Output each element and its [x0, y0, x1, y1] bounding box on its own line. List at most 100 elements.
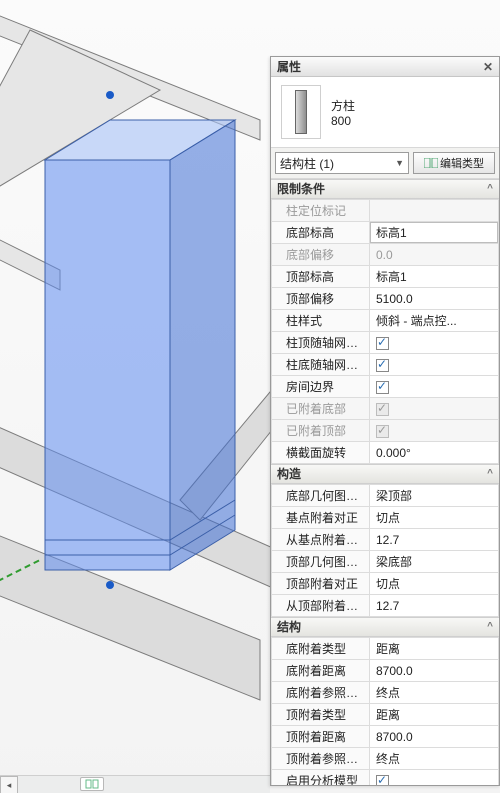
property-value[interactable]: 12.7 — [370, 529, 499, 551]
property-value[interactable] — [370, 354, 499, 376]
close-icon[interactable]: ✕ — [483, 57, 493, 77]
property-row[interactable]: 启用分析模型 — [272, 770, 499, 786]
property-row[interactable]: 已附着顶部 — [272, 420, 499, 442]
property-row[interactable]: 柱样式倾斜 - 端点控... — [272, 310, 499, 332]
property-value[interactable]: 5100.0 — [370, 288, 499, 310]
property-label: 顶部附着对正 — [272, 573, 370, 595]
property-row[interactable]: 底部几何图形...梁顶部 — [272, 485, 499, 507]
view-cube-badge[interactable] — [80, 777, 104, 791]
property-row[interactable]: 底部标高标高1 — [272, 222, 499, 244]
property-value[interactable]: 0.000° — [370, 442, 499, 464]
property-value[interactable] — [370, 770, 499, 786]
property-row[interactable]: 顶部附着对正切点 — [272, 573, 499, 595]
checkbox-icon[interactable] — [376, 337, 389, 350]
property-label: 启用分析模型 — [272, 770, 370, 786]
group-construction[interactable]: 构造 ^ — [271, 464, 499, 484]
property-row[interactable]: 从顶部附着点...12.7 — [272, 595, 499, 617]
checkbox-icon[interactable] — [376, 359, 389, 372]
checkbox-icon — [376, 425, 389, 438]
property-label: 横截面旋转 — [272, 442, 370, 464]
property-label: 底部几何图形... — [272, 485, 370, 507]
properties-scroll[interactable]: 限制条件 ^ 柱定位标记底部标高标高1底部偏移0.0顶部标高标高1顶部偏移510… — [271, 179, 499, 785]
property-value[interactable]: 终点 — [370, 748, 499, 770]
property-label: 顶部几何图形... — [272, 551, 370, 573]
property-label: 从顶部附着点... — [272, 595, 370, 617]
property-value — [370, 420, 499, 442]
property-label: 底附着类型 — [272, 638, 370, 660]
property-value[interactable]: 距离 — [370, 704, 499, 726]
collapse-icon: ^ — [487, 617, 493, 637]
property-value[interactable]: 标高1 — [370, 266, 499, 288]
property-label: 底附着距离 — [272, 660, 370, 682]
property-value[interactable]: 切点 — [370, 507, 499, 529]
property-value[interactable]: 梁顶部 — [370, 485, 499, 507]
table-constraints: 柱定位标记底部标高标高1底部偏移0.0顶部标高标高1顶部偏移5100.0柱样式倾… — [271, 199, 499, 464]
property-row[interactable]: 柱顶随轴网移动 — [272, 332, 499, 354]
group-structure[interactable]: 结构 ^ — [271, 617, 499, 637]
property-row[interactable]: 柱底随轴网移动 — [272, 354, 499, 376]
property-label: 已附着顶部 — [272, 420, 370, 442]
group-constraints[interactable]: 限制条件 ^ — [271, 179, 499, 199]
property-label: 基点附着对正 — [272, 507, 370, 529]
property-label: 顶附着参照端点 — [272, 748, 370, 770]
checkbox-icon[interactable] — [376, 381, 389, 394]
type-name: 方柱 — [331, 97, 355, 114]
property-value[interactable]: 8700.0 — [370, 726, 499, 748]
property-value[interactable]: 切点 — [370, 573, 499, 595]
group-structure-label: 结构 — [277, 617, 301, 637]
type-selector[interactable]: 方柱 800 — [271, 77, 499, 148]
property-row[interactable]: 底附着距离8700.0 — [272, 660, 499, 682]
edit-type-icon — [424, 158, 438, 168]
property-label: 顶附着类型 — [272, 704, 370, 726]
property-row[interactable]: 顶部几何图形...梁底部 — [272, 551, 499, 573]
property-value — [370, 200, 499, 222]
edit-type-button[interactable]: 编辑类型 — [413, 152, 495, 174]
property-row[interactable]: 顶附着参照端点终点 — [272, 748, 499, 770]
property-value[interactable]: 倾斜 - 端点控... — [370, 310, 499, 332]
scroll-left-button[interactable]: ◂ — [0, 776, 18, 793]
instance-filter-label: 结构柱 (1) — [280, 155, 334, 172]
property-value — [370, 398, 499, 420]
table-structure: 底附着类型距离底附着距离8700.0底附着参照端点终点顶附着类型距离顶附着距离8… — [271, 637, 499, 785]
type-size: 800 — [331, 114, 355, 128]
property-row[interactable]: 顶部偏移5100.0 — [272, 288, 499, 310]
property-label: 房间边界 — [272, 376, 370, 398]
viewport-hscrollbar[interactable]: ◂ — [0, 775, 270, 793]
property-value: 0.0 — [370, 244, 499, 266]
panel-title-text: 属性 — [277, 57, 301, 77]
property-row[interactable]: 顶附着距离8700.0 — [272, 726, 499, 748]
group-constraints-label: 限制条件 — [277, 179, 325, 199]
property-row[interactable]: 已附着底部 — [272, 398, 499, 420]
property-value[interactable]: 12.7 — [370, 595, 499, 617]
property-label: 已附着底部 — [272, 398, 370, 420]
property-value[interactable]: 8700.0 — [370, 660, 499, 682]
type-thumbnail — [281, 85, 321, 139]
property-label: 柱定位标记 — [272, 200, 370, 222]
panel-titlebar[interactable]: 属性 ✕ — [271, 57, 499, 77]
property-row[interactable]: 顶部标高标高1 — [272, 266, 499, 288]
property-value[interactable]: 梁底部 — [370, 551, 499, 573]
property-value[interactable]: 距离 — [370, 638, 499, 660]
property-row[interactable]: 底附着参照端点终点 — [272, 682, 499, 704]
property-row[interactable]: 柱定位标记 — [272, 200, 499, 222]
property-label: 底部偏移 — [272, 244, 370, 266]
property-value[interactable]: 标高1 — [370, 222, 499, 244]
property-row[interactable]: 底部偏移0.0 — [272, 244, 499, 266]
property-label: 柱底随轴网移动 — [272, 354, 370, 376]
property-value[interactable] — [370, 332, 499, 354]
property-label: 顶部标高 — [272, 266, 370, 288]
property-label: 底附着参照端点 — [272, 682, 370, 704]
property-row[interactable]: 房间边界 — [272, 376, 499, 398]
collapse-icon: ^ — [487, 464, 493, 484]
property-row[interactable]: 底附着类型距离 — [272, 638, 499, 660]
property-value[interactable]: 终点 — [370, 682, 499, 704]
property-row[interactable]: 顶附着类型距离 — [272, 704, 499, 726]
instance-filter-combo[interactable]: 结构柱 (1) ▼ — [275, 152, 409, 174]
property-row[interactable]: 基点附着对正切点 — [272, 507, 499, 529]
pillar-icon — [295, 90, 307, 134]
checkbox-icon — [376, 403, 389, 416]
property-row[interactable]: 横截面旋转0.000° — [272, 442, 499, 464]
property-value[interactable] — [370, 376, 499, 398]
checkbox-icon[interactable] — [376, 775, 389, 785]
property-row[interactable]: 从基点附着点...12.7 — [272, 529, 499, 551]
